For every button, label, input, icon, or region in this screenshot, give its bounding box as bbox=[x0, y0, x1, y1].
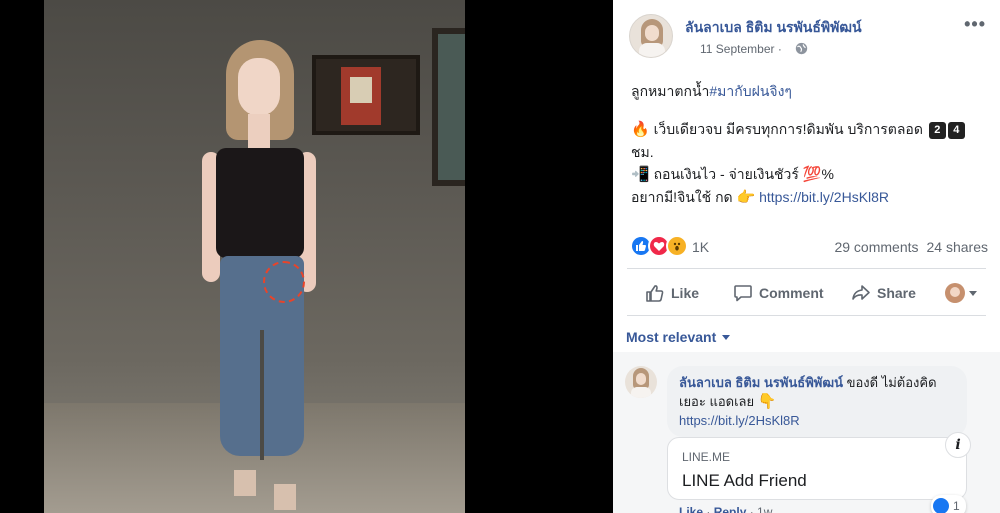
comment-reaction-count[interactable]: 1 bbox=[931, 495, 966, 513]
share-arrow-icon bbox=[852, 285, 870, 300]
post-message: ลูกหมาตกน้ำ#มากับฝนจิงๆ 🔥 เว็บเดียวจบ มี… bbox=[631, 80, 991, 209]
keycap-4-icon: 4 bbox=[947, 122, 965, 139]
hundred-points-emoji-icon: 💯 bbox=[802, 166, 822, 183]
divider bbox=[627, 315, 986, 316]
post-line-3: ชม. bbox=[631, 144, 654, 160]
comment-bubble: ลันลาเบล ธิติม นรพันธ์พิพัฒน์ ของดี ไม่ต… bbox=[667, 366, 967, 437]
wow-reaction-icon bbox=[666, 235, 688, 257]
author-avatar[interactable] bbox=[629, 14, 673, 58]
globe-icon[interactable] bbox=[795, 42, 808, 55]
mobile-arrow-emoji-icon: 📲 bbox=[631, 166, 650, 183]
comment-meta: Like · Reply · 1w bbox=[679, 505, 772, 513]
post-date[interactable]: 11 September bbox=[700, 42, 775, 56]
like-button[interactable]: Like bbox=[645, 276, 699, 310]
like-reaction-icon bbox=[933, 498, 949, 513]
post-external-link[interactable]: https://bit.ly/2HsKl8R bbox=[759, 189, 889, 205]
shares-count-link[interactable]: 24 shares bbox=[927, 239, 988, 255]
commenter-avatar[interactable] bbox=[625, 366, 657, 398]
comment-button[interactable]: Comment bbox=[733, 276, 824, 310]
fire-emoji-icon: 🔥 bbox=[631, 121, 650, 138]
post-line-2: 🔥 เว็บเดียวจบ มีครบทุกการ!ดิมพัน บริการต… bbox=[631, 118, 991, 141]
link-preview-card[interactable]: LINE.ME LINE Add Friend bbox=[667, 437, 967, 500]
preview-title: LINE Add Friend bbox=[682, 471, 807, 490]
more-options-icon[interactable]: ••• bbox=[964, 14, 986, 35]
share-button[interactable]: Share bbox=[851, 276, 916, 310]
reaction-audience-selector[interactable] bbox=[945, 276, 977, 310]
post-line-4: 📲 ถอนเงินไว - จ่ายเงินชัวร์ 💯% bbox=[631, 166, 834, 183]
chevron-down-icon bbox=[969, 290, 977, 296]
thumbs-up-icon bbox=[646, 285, 664, 302]
chevron-down-icon bbox=[722, 334, 731, 340]
comments-count-link[interactable]: 29 comments bbox=[834, 239, 918, 255]
comment-reply-link[interactable]: Reply bbox=[714, 505, 747, 513]
comment-link[interactable]: https://bit.ly/2HsKl8R bbox=[679, 413, 800, 428]
info-icon[interactable]: i bbox=[945, 432, 971, 458]
date-separator: · bbox=[777, 42, 782, 56]
divider bbox=[627, 268, 986, 269]
preview-domain: LINE.ME bbox=[682, 450, 731, 464]
post-photo[interactable] bbox=[44, 0, 465, 513]
comment-time[interactable]: 1w bbox=[757, 505, 772, 513]
post-line-1: ลูกหมาตกน้ำ#มากับฝนจิงๆ bbox=[631, 83, 792, 99]
dashed-circle-marker bbox=[263, 261, 305, 303]
hashtag-link[interactable]: #มากับฝนจิงๆ bbox=[709, 83, 792, 99]
comment-bubble-icon bbox=[734, 285, 752, 302]
post-actions: Like Comment Share bbox=[627, 276, 986, 310]
post-panel: ลันลาเบล ธิติม นรพันธ์พิพัฒน์ 11 Septemb… bbox=[613, 0, 1000, 513]
comment-sort-dropdown[interactable]: Most relevant bbox=[626, 329, 731, 345]
wall-picture-frame-right bbox=[432, 28, 465, 186]
pointing-right-emoji-icon: 👉 bbox=[736, 189, 756, 206]
post-stats: 29 comments 24 shares bbox=[834, 239, 988, 255]
reactions-count[interactable]: 1K bbox=[692, 239, 709, 255]
author-name[interactable]: ลันลาเบล ธิติม นรพันธ์พิพัฒน์ bbox=[685, 17, 862, 39]
comment-author[interactable]: ลันลาเบล ธิติม นรพันธ์พิพัฒน์ bbox=[679, 375, 843, 390]
comment-like-link[interactable]: Like bbox=[679, 505, 703, 513]
photo-subject bbox=[194, 40, 324, 510]
wall-picture-frame bbox=[312, 55, 420, 135]
post-header: ลันลาเบล ธิติม นรพันธ์พิพัฒน์ 11 Septemb… bbox=[629, 12, 990, 62]
post-timestamp[interactable]: 11 September · bbox=[700, 42, 782, 56]
viewer-avatar bbox=[945, 283, 965, 303]
post-line-5: อยากมี!จินใช้ กด 👉 https://bit.ly/2HsKl8… bbox=[631, 189, 890, 206]
keycap-2-icon: 2 bbox=[928, 122, 946, 139]
photo-viewer bbox=[0, 0, 613, 513]
pointing-down-emoji-icon: 👇 bbox=[757, 393, 777, 410]
